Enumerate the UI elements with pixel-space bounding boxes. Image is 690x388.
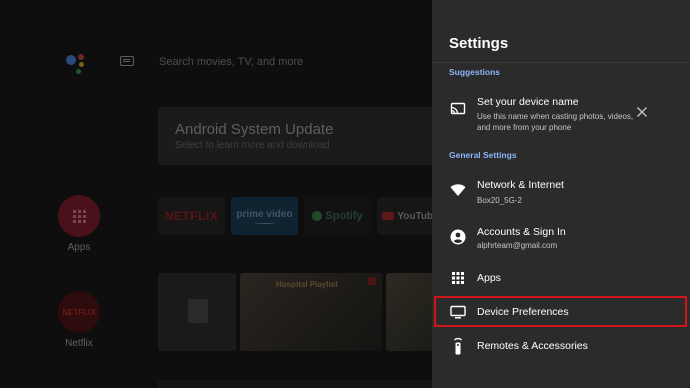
keyboard-icon[interactable] [120, 56, 134, 66]
suggestion-description-line1: Use this name when casting photos, video… [477, 112, 634, 121]
netflix-tile[interactable]: NETFLIX [158, 197, 225, 235]
thumbnail-title: Hospital Playlist [276, 280, 338, 289]
selection-highlight-box [434, 296, 687, 327]
settings-item-label: Network & Internet [477, 179, 564, 191]
netflix-badge-icon [368, 277, 376, 285]
spotify-icon [312, 211, 323, 221]
content-thumbnail[interactable] [158, 273, 236, 351]
suggestion-description-line2: and more from your phone [477, 123, 572, 132]
prime-smile-icon [253, 221, 276, 224]
apps-label: Apps [67, 242, 91, 253]
prime-video-tile-label: prime video [236, 208, 293, 220]
search-placeholder[interactable]: Search movies, TV, and more [159, 56, 303, 68]
suggestion-title: Set your device name [477, 96, 579, 108]
suggestion-set-device-name[interactable]: Set your device name Use this name when … [432, 92, 690, 136]
apps-grid-icon[interactable] [58, 195, 100, 237]
youtube-icon [382, 212, 395, 220]
update-title: Android System Update [175, 121, 334, 138]
settings-item-label: Remotes & Accessories [477, 340, 588, 352]
content-thumbnail[interactable] [386, 273, 432, 351]
settings-item-sub: alphrteam@gmail.com [477, 241, 558, 250]
settings-item-label: Accounts & Sign In [477, 226, 566, 238]
spotify-tile[interactable]: Spotify [304, 197, 371, 235]
thumbnail-image [188, 299, 208, 323]
home-screen: Search movies, TV, and more Android Syst… [0, 0, 432, 388]
netflix-app-icon[interactable]: NETFLIX [58, 291, 100, 333]
settings-item-sub: Box20_5G-2 [477, 196, 522, 205]
suggestions-section-label: Suggestions [449, 67, 501, 77]
settings-item-apps[interactable]: Apps [432, 266, 690, 290]
youtube-tile-label: YouTube [397, 210, 432, 222]
settings-item-accounts-sign-in[interactable]: Accounts & Sign In alphrteam@gmail.com [432, 221, 690, 257]
close-icon[interactable] [636, 106, 648, 118]
google-assistant-icon[interactable] [66, 52, 90, 74]
system-update-card[interactable]: Android System Update Select to learn mo… [158, 107, 432, 165]
prime-video-tile[interactable]: prime video [231, 197, 298, 235]
settings-title: Settings [449, 35, 509, 52]
account-icon [450, 229, 466, 245]
update-subtitle: Select to learn more and download [175, 140, 330, 151]
settings-panel: Settings Suggestions Set your device nam… [432, 0, 690, 388]
content-thumbnail[interactable]: Hospital Playlist [240, 273, 382, 351]
netflix-label: Netflix [65, 338, 93, 349]
cast-icon [450, 102, 466, 115]
content-thumbnail[interactable] [158, 380, 432, 388]
spotify-tile-label: Spotify [325, 210, 363, 222]
settings-item-remotes-accessories[interactable]: Remotes & Accessories [432, 334, 690, 358]
settings-item-label: Apps [477, 272, 501, 284]
apps-grid-icon [452, 272, 464, 284]
netflix-tile-label: NETFLIX [164, 209, 219, 223]
general-settings-section-label: General Settings [449, 150, 517, 160]
settings-item-network-internet[interactable]: Network & Internet Box20_5G-2 [432, 174, 690, 210]
header-divider [432, 62, 690, 63]
youtube-tile[interactable]: YouTube [377, 197, 432, 235]
wifi-icon [450, 184, 466, 196]
remote-icon [454, 337, 462, 355]
netflix-circle-text: NETFLIX [62, 307, 96, 317]
